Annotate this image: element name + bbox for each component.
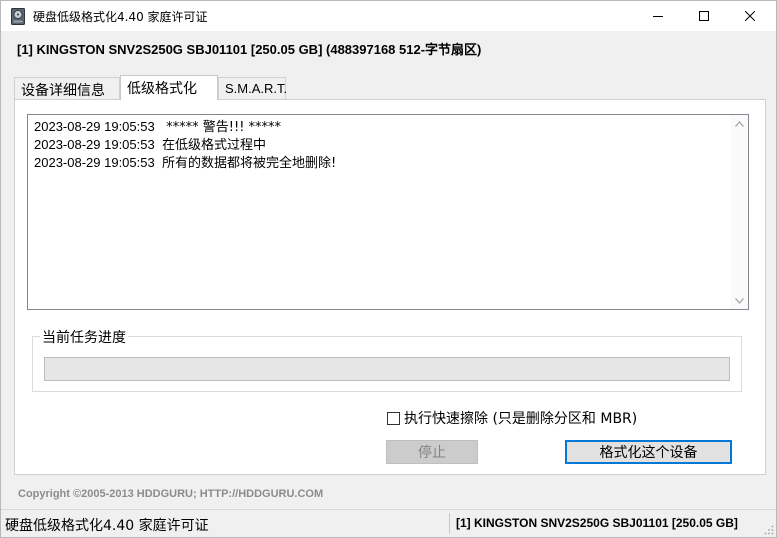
- stop-button[interactable]: 停止: [386, 440, 478, 464]
- resize-grip-icon[interactable]: [764, 525, 774, 535]
- log-entry: 2023-08-29 19:05:53 在低级格式过程中: [34, 136, 336, 154]
- window-title: 硬盘低级格式化4.40 家庭许可证: [33, 10, 208, 24]
- log-time: 2023-08-29 19:05:53: [34, 155, 155, 170]
- log-time: 2023-08-29 19:05:53: [34, 119, 155, 134]
- status-bar: 硬盘低级格式化4.40 家庭许可证 [1] KINGSTON SNV2S250G…: [1, 509, 776, 537]
- quick-wipe-option[interactable]: 执行快速擦除 (只是删除分区和 MBR): [387, 408, 637, 428]
- close-button[interactable]: [727, 1, 773, 31]
- minimize-button[interactable]: [635, 1, 681, 31]
- log-message: 所有的数据都将被完全地删除!: [162, 156, 337, 171]
- tab-device-details[interactable]: 设备详细信息: [14, 77, 120, 99]
- minimize-icon: [653, 16, 663, 17]
- chevron-up-icon[interactable]: [731, 115, 748, 132]
- log-message: ***** 警告!!! *****: [162, 120, 282, 135]
- app-window: 硬盘低级格式化4.40 家庭许可证 [1] KINGSTON SNV2S250G…: [0, 0, 777, 538]
- quick-wipe-label[interactable]: 执行快速擦除 (只是删除分区和 MBR): [404, 408, 637, 428]
- tab-smart[interactable]: S.M.A.R.T.: [218, 77, 287, 99]
- copyright-text: Copyright ©2005-2013 HDDGURU; HTTP://HDD…: [18, 488, 324, 500]
- quick-wipe-checkbox[interactable]: [387, 411, 400, 425]
- maximize-icon: [699, 11, 709, 21]
- hdd-icon: [11, 8, 25, 25]
- chevron-down-icon[interactable]: [731, 292, 748, 309]
- tab-low-level-format[interactable]: 低级格式化: [120, 75, 218, 100]
- status-device-pane: [1] KINGSTON SNV2S250G SBJ01101 [250.05 …: [449, 513, 774, 534]
- status-device-info: [1] KINGSTON SNV2S250G SBJ01101 [250.05 …: [456, 516, 738, 530]
- device-summary: [1] KINGSTON SNV2S250G SBJ01101 [250.05 …: [17, 42, 482, 57]
- log-time: 2023-08-29 19:05:53: [34, 137, 155, 152]
- progress-label: 当前任务进度: [40, 327, 128, 347]
- log-entry: 2023-08-29 19:05:53 所有的数据都将被完全地删除!: [34, 154, 336, 172]
- log-scrollbar[interactable]: [731, 115, 748, 309]
- log-lines: 2023-08-29 19:05:53 ***** 警告!!! ***** 20…: [34, 118, 336, 172]
- log-entry: 2023-08-29 19:05:53 ***** 警告!!! *****: [34, 118, 336, 136]
- low-level-format-panel: 2023-08-29 19:05:53 ***** 警告!!! ***** 20…: [14, 99, 766, 475]
- title-bar[interactable]: 硬盘低级格式化4.40 家庭许可证: [1, 1, 776, 31]
- log-message: 在低级格式过程中: [162, 138, 267, 153]
- progress-group: 当前任务进度: [32, 327, 742, 392]
- close-icon: [745, 11, 755, 21]
- progress-bar: [44, 357, 730, 381]
- maximize-button[interactable]: [681, 1, 727, 31]
- log-textbox[interactable]: 2023-08-29 19:05:53 ***** 警告!!! ***** 20…: [27, 114, 749, 310]
- format-device-button[interactable]: 格式化这个设备: [565, 440, 732, 464]
- status-app-name: 硬盘低级格式化4.40 家庭许可证: [5, 518, 209, 534]
